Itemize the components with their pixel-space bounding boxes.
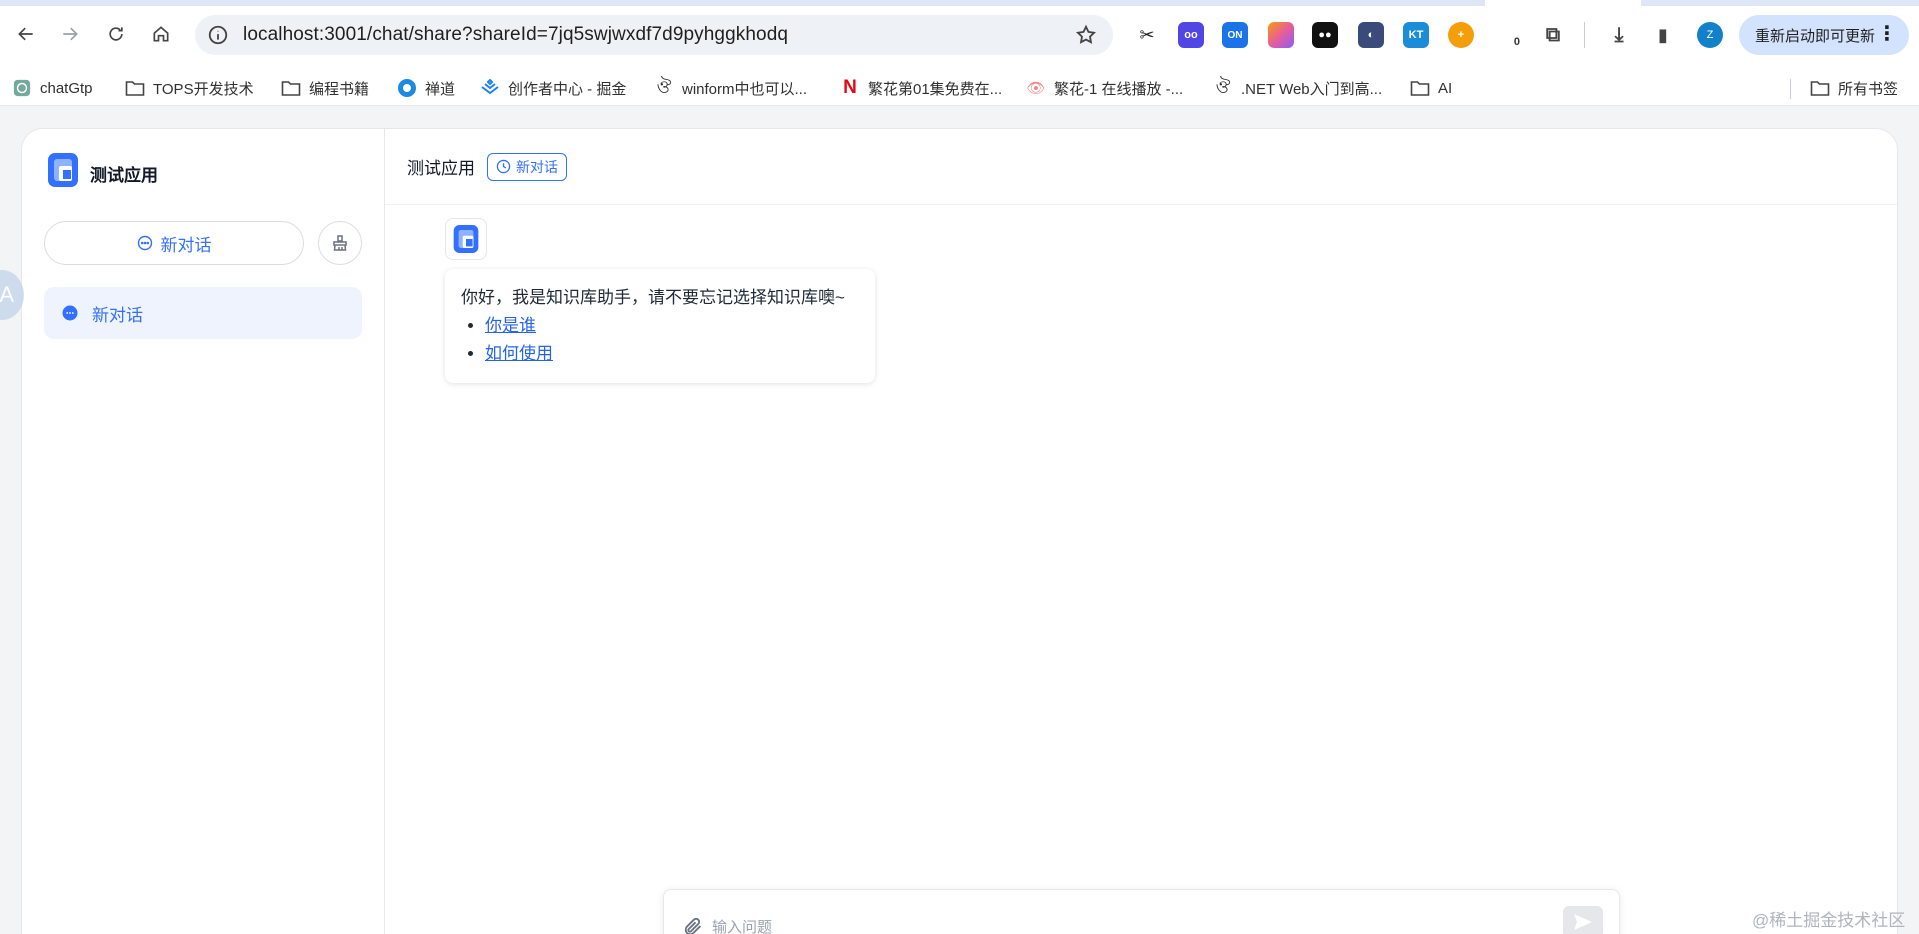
send-button[interactable] — [1563, 906, 1603, 934]
chatgpt-icon — [12, 78, 32, 98]
list-item: 你是谁 — [485, 314, 859, 338]
home-button[interactable] — [145, 18, 177, 50]
vpn-extension-icon[interactable]: ◐ — [1358, 22, 1384, 48]
history-item-label: 新对话 — [92, 305, 143, 325]
clock-icon — [496, 159, 511, 174]
scissors-icon[interactable]: ✂ — [1134, 22, 1160, 48]
folder-icon — [1410, 78, 1430, 98]
suggestion-link-who[interactable]: 你是谁 — [485, 316, 536, 335]
back-button[interactable] — [10, 18, 42, 50]
bookmark-winform[interactable]: ঔ winform中也可以... — [654, 76, 807, 100]
app-title: 测试应用 — [90, 166, 158, 185]
counter-extension-icon[interactable]: 0 — [1494, 22, 1520, 48]
bookmark-chatgtp[interactable]: chatGtp — [12, 76, 93, 100]
chat-status-tag-label: 新对话 — [516, 158, 558, 175]
bookmarks-bar: chatGtp TOPS开发技术 编程书籍 禅道 创作者中心 - 掘金 ঔ wi… — [0, 70, 1919, 106]
download-icon[interactable]: ⤓ — [1606, 22, 1632, 48]
paperclip-icon[interactable] — [682, 916, 704, 934]
app-logo-icon — [453, 225, 479, 253]
eye-icon: 👁 — [1026, 80, 1046, 97]
home-icon — [153, 26, 169, 42]
chat-header: 测试应用 新对话 — [385, 129, 1897, 205]
greeting-text: 你好，我是知识库助手，请不要忘记选择知识库噢~ — [461, 288, 845, 307]
bot-extension-icon[interactable]: oo — [1178, 22, 1204, 48]
sidebar: 测试应用 新对话 新对话 — [22, 129, 385, 934]
juejin-icon — [480, 78, 500, 98]
orange-extension-icon[interactable]: + — [1448, 22, 1474, 48]
chat-input-placeholder[interactable]: 输入问题 — [712, 916, 772, 934]
on-extension-icon[interactable]: ON — [1222, 22, 1248, 48]
address-bar[interactable]: localhost:3001/chat/share?shareId=7jq5sw… — [195, 15, 1113, 55]
arrow-left-icon — [18, 27, 33, 41]
menu-dots-icon[interactable]: ⋮ — [1877, 24, 1897, 44]
bot-avatar — [445, 218, 487, 260]
bookmark-zentao[interactable]: 禅道 — [397, 76, 455, 100]
bookmark-juejin[interactable]: 创作者中心 - 掘金 — [480, 76, 626, 100]
clear-history-button[interactable] — [318, 221, 362, 265]
bookmarks-divider — [1790, 79, 1791, 99]
zentao-icon — [397, 78, 417, 98]
chat-app-window: 测试应用 新对话 新对话 测试应用 新对话 你好，我是知识库助手，请不要忘记选择… — [21, 128, 1898, 934]
new-chat-label: 新对话 — [160, 235, 212, 255]
app-logo-icon — [48, 153, 78, 187]
star-icon[interactable] — [1075, 24, 1097, 46]
color-picker-icon[interactable] — [1268, 22, 1294, 48]
bot-message: 你好，我是知识库助手，请不要忘记选择知识库噢~ 你是谁 如何使用 — [445, 269, 875, 383]
kt-extension-icon[interactable]: KT — [1403, 22, 1429, 48]
arrow-right-icon — [63, 27, 78, 41]
bookmark-dotnet[interactable]: ঔ .NET Web入门到高... — [1213, 76, 1383, 100]
suggestion-list: 你是谁 如何使用 — [461, 314, 859, 366]
suggestion-link-howto[interactable]: 如何使用 — [485, 344, 553, 363]
reload-button[interactable] — [100, 18, 132, 50]
netflix-icon: N — [843, 77, 857, 98]
chat-bubble-icon — [62, 305, 78, 321]
browser-toolbar: localhost:3001/chat/share?shareId=7jq5sw… — [0, 0, 1919, 70]
chat-input-box[interactable]: 输入问题 — [663, 889, 1620, 934]
chat-main: 测试应用 新对话 你好，我是知识库助手，请不要忘记选择知识库噢~ 你是谁 如何使… — [385, 129, 1897, 934]
chat-bubble-icon — [137, 235, 152, 251]
list-item: 如何使用 — [485, 342, 859, 366]
all-bookmarks[interactable]: 所有书签 — [1810, 76, 1898, 100]
folder-icon — [1810, 78, 1830, 98]
update-label: 重新启动即可更新 — [1755, 27, 1876, 45]
watermark: @稀土掘金技术社区 — [1752, 911, 1906, 930]
reload-icon — [109, 27, 123, 41]
broom-icon — [333, 235, 347, 251]
bookmark-books[interactable]: 编程书籍 — [281, 76, 369, 100]
history-item[interactable]: 新对话 — [44, 287, 362, 339]
profile-avatar[interactable]: Z — [1697, 22, 1723, 48]
sidepanel-icon[interactable]: ▮ — [1650, 22, 1676, 48]
toolbar-divider — [1584, 22, 1585, 48]
bookmark-fanhua-01[interactable]: N 繁花第01集免费在... — [840, 76, 1002, 100]
chat-status-tag: 新对话 — [487, 152, 567, 181]
cnblogs-icon: ঔ — [1215, 76, 1231, 97]
folder-icon — [125, 78, 145, 98]
bookmark-fanhua-1[interactable]: 👁 繁花-1 在线播放 -... — [1026, 76, 1183, 100]
cnblogs-icon: ঔ — [656, 76, 672, 97]
tab-strip — [0, 0, 1919, 6]
send-icon — [1574, 914, 1592, 930]
puzzle-icon[interactable]: ⧉ — [1540, 22, 1566, 48]
url-text[interactable]: localhost:3001/chat/share?shareId=7jq5sw… — [243, 24, 788, 46]
chat-title: 测试应用 — [407, 159, 475, 178]
forward-button[interactable] — [54, 18, 86, 50]
bookmark-ai[interactable]: AI — [1410, 76, 1452, 100]
update-browser-button[interactable]: 重新启动即可更新 ⋮ — [1739, 15, 1909, 55]
folder-icon — [281, 78, 301, 98]
bookmark-tops[interactable]: TOPS开发技术 — [125, 76, 254, 100]
info-icon[interactable] — [207, 24, 229, 46]
new-chat-button[interactable]: 新对话 — [44, 221, 304, 265]
glasses-extension-icon[interactable]: ●● — [1312, 22, 1338, 48]
